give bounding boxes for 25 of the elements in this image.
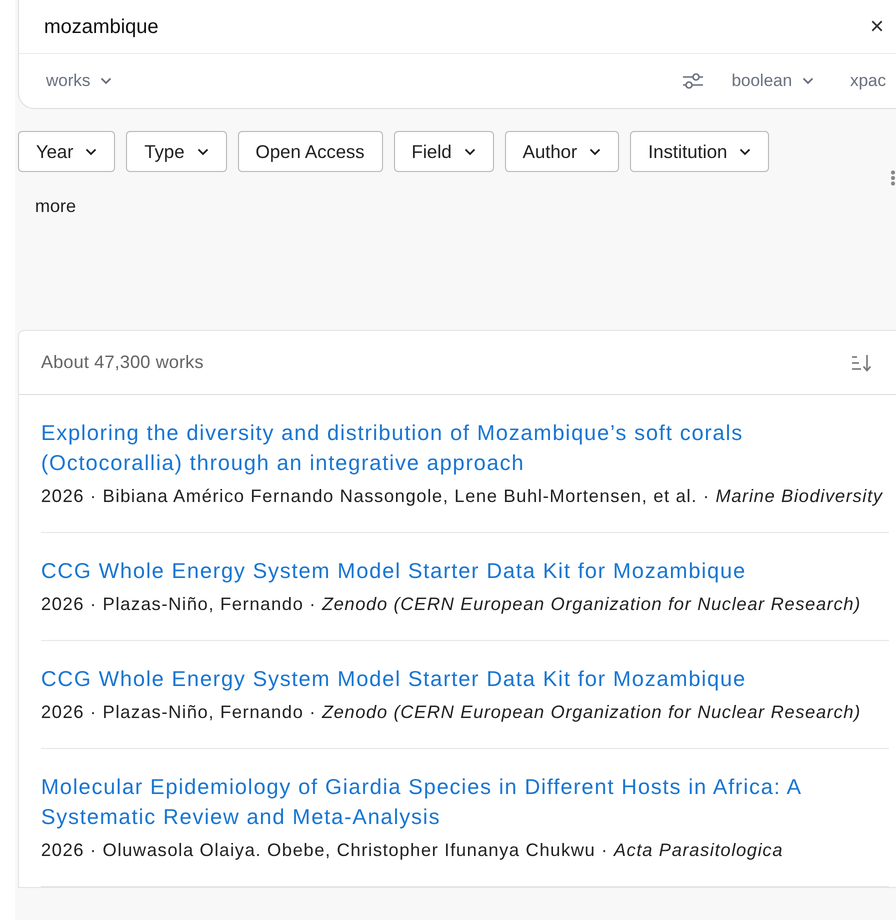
result-meta: 2026 · Plazas-Niño, Fernando · Zenodo (CERN European Organization for Nuclear Research)	[41, 593, 862, 616]
more-link[interactable]: more	[35, 193, 76, 220]
result-meta: 2026 · Plazas-Niño, Fernando · Zenodo (CERN European Organization for Nuclear Research)	[41, 701, 862, 724]
result-count: About 47,300 works	[41, 351, 204, 374]
option-link[interactable]: xpac	[850, 68, 886, 94]
syntax-dropdown[interactable]: boolean	[732, 68, 814, 94]
filter-dropdown[interactable]: Institution	[630, 131, 770, 172]
result-title-link[interactable]: CCG Whole Energy System Model Starter Data Kit for Mozambique	[41, 664, 821, 694]
result-meta: 2026 · Bibiana Américo Fernando Nassongole, Lene Buhl-Mortensen, et al. · Marine Biodiversity	[41, 485, 884, 508]
entity-dropdown[interactable]: works	[46, 68, 112, 94]
filter-dropdown[interactable]: Author	[504, 131, 620, 172]
sort-icon[interactable]	[851, 354, 873, 372]
chevron-down-icon	[100, 77, 112, 85]
result-title-link[interactable]: Exploring the diversity and distribution of Mozambique’s soft corals (Octocorallia) through an integrative approach	[41, 418, 821, 478]
result-title-link[interactable]: CCG Whole Energy System Model Starter Data Kit for Mozambique	[41, 556, 821, 586]
chevron-down-icon	[802, 77, 814, 85]
filter-dropdown[interactable]: Year	[18, 131, 116, 172]
filter-dropdown[interactable]: Field	[394, 131, 494, 172]
search-field[interactable]: mozambique	[44, 12, 867, 42]
more-options-icon[interactable]	[890, 170, 896, 186]
result-meta: 2026 · Oluwasola Olaiya. Obebe, Christopher Ifunanya Chukwu · Acta Parasitologica	[41, 839, 784, 862]
filter-dropdown[interactable]: Type	[126, 131, 226, 172]
result-title-link[interactable]: Molecular Epidemiology of Giardia Species in Different Hosts in Africa: A Systematic Review and Meta-Analysis	[41, 772, 821, 832]
settings-icon[interactable]	[682, 72, 704, 90]
filter-button[interactable]: Open Access	[238, 131, 383, 172]
